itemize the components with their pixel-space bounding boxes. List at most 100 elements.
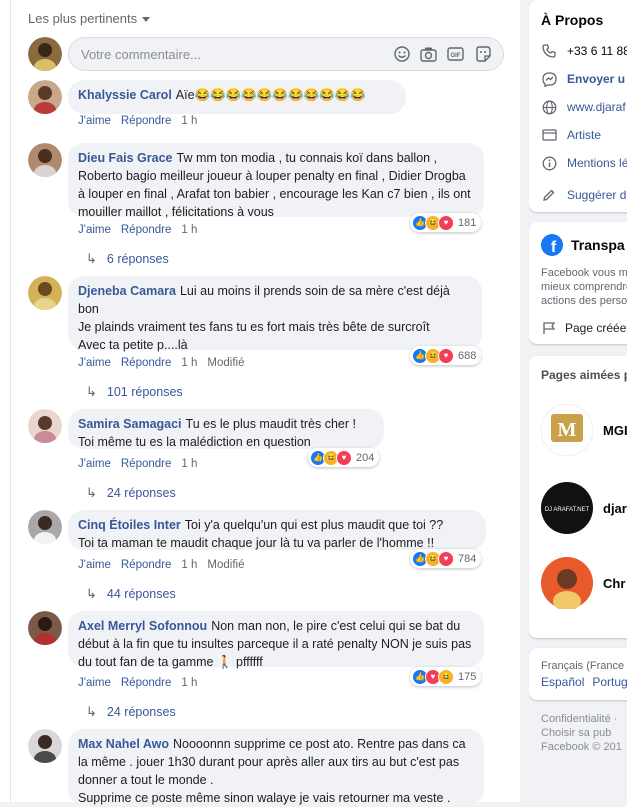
caret-down-icon [142,17,151,22]
comment-text: Aïe😂😂😂😂😂😂😂😂😂😂😂 [175,88,366,102]
replies-count: 24 réponses [106,486,176,500]
reaction-count: 175 [458,670,477,683]
copyright: Facebook © 201 [541,741,622,753]
comment-time[interactable]: 1 h [181,224,197,236]
edited-label[interactable]: Modifié [207,357,244,369]
emoji-icon[interactable] [393,46,410,63]
gif-icon[interactable]: GIF [447,46,464,63]
reply-link[interactable]: Répondre [121,677,172,689]
phone-number: +33 6 11 88 [567,44,627,58]
comment-bubble: Axel Merryl Sofonnou Non man non, le pire… [68,611,484,669]
suggest-edit-row[interactable]: Suggérer d [541,187,626,203]
reaction-summary[interactable]: 👍 😆 ♥ 204 [308,448,380,467]
phone-icon [541,43,557,59]
send-message-link[interactable]: Envoyer u [567,72,625,86]
page-name[interactable]: djar [603,501,627,516]
comment-author[interactable]: Axel Merryl Sofonnou [78,619,207,633]
commenter-avatar[interactable] [28,276,62,310]
website-row[interactable]: www.djaraf [541,99,626,115]
love-reaction-icon: ♥ [438,347,454,364]
privacy-link[interactable]: Confidentialité [541,713,611,725]
globe-icon [541,99,557,115]
about-title: À Propos [541,12,604,28]
view-replies-link[interactable]: ↳ 101 réponses [86,384,183,400]
comment-time[interactable]: 1 h [181,677,197,689]
reply-link[interactable]: Répondre [121,357,172,369]
commenter-avatar[interactable] [28,729,62,763]
suggest-edit-link[interactable]: Suggérer d [567,188,626,202]
like-link[interactable]: J'aime [78,677,111,689]
legal-mentions-link[interactable]: Mentions lé [567,156,627,170]
category-row[interactable]: Artiste [541,127,601,143]
comment-bubble: Samira Samagaci Tu es le plus maudit très… [68,409,384,449]
view-replies-link[interactable]: ↳ 24 réponses [86,704,176,720]
comment-author[interactable]: Max Nahel Awo [78,737,169,751]
current-user-avatar[interactable] [28,37,62,71]
reply-arrow-icon: ↳ [86,251,97,266]
page-logo[interactable]: M [541,404,593,456]
comment-time[interactable]: 1 h [181,115,197,127]
commenter-avatar[interactable] [28,143,62,177]
reply-link[interactable]: Répondre [121,458,172,470]
comments-panel: Les plus pertinents Votre commentaire...… [0,0,520,805]
reply-link[interactable]: Répondre [121,224,172,236]
page-created-row[interactable]: Page créée [541,320,626,336]
reaction-summary[interactable]: 👍 😆 ♥ 688 [410,346,482,365]
commenter-avatar[interactable] [28,409,62,443]
website-link[interactable]: www.djaraf [567,100,626,114]
language-card: Français (France Español Portug [529,648,627,700]
like-link[interactable]: J'aime [78,115,111,127]
reply-link[interactable]: Répondre [121,559,172,571]
liked-page-item[interactable]: DJ ARAFAT.NET djar [541,482,627,534]
reaction-summary[interactable]: 👍 😆 ♥ 784 [410,549,482,568]
edited-label[interactable]: Modifié [207,559,244,571]
like-link[interactable]: J'aime [78,224,111,236]
liked-pages-title: Pages aimées p [541,368,627,382]
like-link[interactable]: J'aime [78,458,111,470]
sort-dropdown[interactable]: Les plus pertinents [28,11,151,26]
view-replies-link[interactable]: ↳ 24 réponses [86,485,176,501]
reply-link[interactable]: Répondre [121,115,172,127]
liked-page-item[interactable]: Chr [541,557,625,609]
reply-arrow-icon: ↳ [86,586,97,601]
sticker-icon[interactable] [474,46,491,63]
camera-icon[interactable] [420,46,437,63]
comment-time[interactable]: 1 h [181,357,197,369]
like-link[interactable]: J'aime [78,559,111,571]
liked-page-item[interactable]: M MGI [541,404,627,456]
flag-icon [541,320,557,336]
comment-bubble: Max Nahel Awo Noooonnn supprime ce post a… [68,729,484,805]
language-option[interactable]: Portug [592,675,627,689]
comment-author[interactable]: Dieu Fais Grace [78,151,173,165]
comment-item: Cinq Étoiles Inter Toi y'a quelqu'un qui … [28,510,486,550]
phone-row[interactable]: +33 6 11 88 [541,43,627,59]
commenter-avatar[interactable] [28,510,62,544]
comment-bubble: Khalyssie Carol Aïe😂😂😂😂😂😂😂😂😂😂😂 [68,80,406,114]
view-replies-link[interactable]: ↳ 44 réponses [86,586,176,602]
reaction-summary[interactable]: 👍 ♥ 😆 175 [410,667,482,686]
reaction-summary[interactable]: 👍 😆 ♥ 181 [410,213,482,232]
mentions-row[interactable]: Mentions lé [541,155,627,171]
comment-author[interactable]: Cinq Étoiles Inter [78,518,181,532]
comment-time[interactable]: 1 h [181,458,197,470]
commenter-avatar[interactable] [28,611,62,645]
language-option[interactable]: Español [541,675,584,689]
page-name[interactable]: Chr [603,576,625,591]
comment-bubble: Djeneba Camara Lui au moins il prends soi… [68,276,482,352]
comment-author[interactable]: Samira Samagaci [78,417,182,431]
page-logo[interactable]: DJ ARAFAT.NET [541,482,593,534]
view-replies-link[interactable]: ↳ 6 réponses [86,251,169,267]
commenter-avatar[interactable] [28,80,62,114]
reaction-count: 204 [356,451,375,464]
category-link[interactable]: Artiste [567,128,601,142]
like-link[interactable]: J'aime [78,357,111,369]
ad-choices-link[interactable]: Choisir sa pub [541,726,622,740]
messenger-row[interactable]: Envoyer u [541,71,625,87]
page-name[interactable]: MGI [603,423,627,438]
comment-author[interactable]: Djeneba Camara [78,284,176,298]
comment-time[interactable]: 1 h [181,559,197,571]
comment-author[interactable]: Khalyssie Carol [78,88,172,102]
comment-input[interactable]: Votre commentaire... GIF [68,37,504,71]
facebook-logo-icon: f [541,234,563,256]
page-logo[interactable] [541,557,593,609]
